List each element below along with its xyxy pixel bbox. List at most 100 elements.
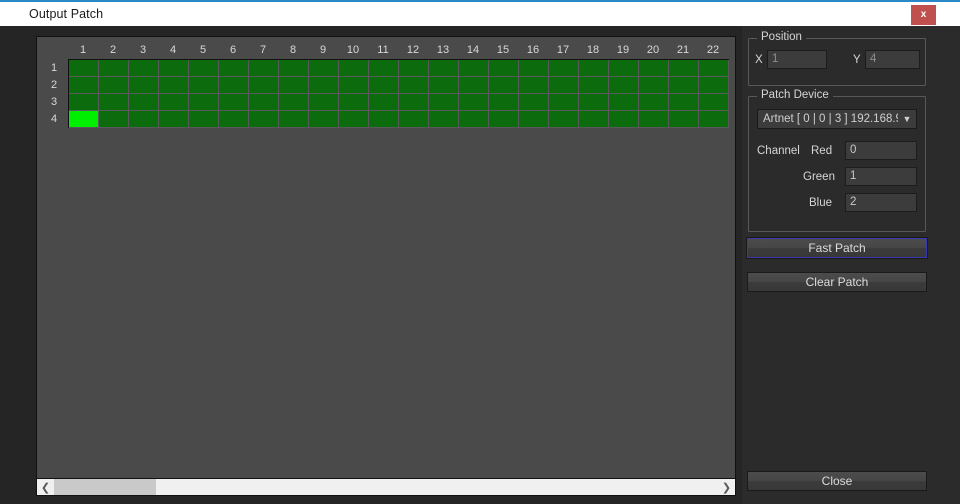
grid-cell[interactable] xyxy=(159,94,189,111)
grid-cell[interactable] xyxy=(219,77,249,94)
grid-cell[interactable] xyxy=(159,60,189,77)
grid-cell[interactable] xyxy=(99,94,129,111)
grid-cell[interactable] xyxy=(369,60,399,77)
close-icon[interactable]: x xyxy=(911,5,936,25)
grid-cell[interactable] xyxy=(459,111,489,128)
grid-cell[interactable] xyxy=(279,60,309,77)
chevron-down-icon[interactable]: ▼ xyxy=(898,110,916,128)
grid-cell[interactable] xyxy=(279,77,309,94)
grid-cell[interactable] xyxy=(429,77,459,94)
grid-cell[interactable] xyxy=(99,77,129,94)
grid-cell[interactable] xyxy=(369,111,399,128)
grid-cell[interactable] xyxy=(99,111,129,128)
grid-cell[interactable] xyxy=(129,94,159,111)
grid-cell[interactable] xyxy=(549,60,579,77)
clear-patch-button[interactable]: Clear Patch xyxy=(747,272,927,292)
grid-cell[interactable] xyxy=(639,94,669,111)
grid-cell[interactable] xyxy=(309,60,339,77)
grid-cell[interactable] xyxy=(489,94,519,111)
scroll-left-icon[interactable]: ❮ xyxy=(37,479,54,495)
grid-cell[interactable] xyxy=(579,111,609,128)
grid-cell[interactable] xyxy=(249,94,279,111)
fast-patch-button[interactable]: Fast Patch xyxy=(746,237,928,259)
grid-cell[interactable] xyxy=(609,60,639,77)
grid-cell[interactable] xyxy=(669,60,699,77)
grid-cell[interactable] xyxy=(639,60,669,77)
grid-cell[interactable] xyxy=(489,77,519,94)
grid-cell[interactable] xyxy=(69,111,99,128)
grid-cell[interactable] xyxy=(429,60,459,77)
patch-canvas[interactable]: 1 2 3 4 5 6 7 8 9 10 11 12 13 14 15 16 17 18 19 20 21 22 1234 xyxy=(36,36,736,494)
close-button[interactable]: Close xyxy=(747,471,927,491)
grid-cell[interactable] xyxy=(579,77,609,94)
grid-cell[interactable] xyxy=(459,94,489,111)
position-x-input[interactable]: 1 xyxy=(767,50,827,69)
grid-cell[interactable] xyxy=(309,94,339,111)
grid-cell[interactable] xyxy=(549,77,579,94)
grid-cell[interactable] xyxy=(309,77,339,94)
grid-cell[interactable] xyxy=(249,111,279,128)
grid-cell[interactable] xyxy=(699,77,729,94)
grid-cell[interactable] xyxy=(249,60,279,77)
grid-cell[interactable] xyxy=(69,60,99,77)
grid-cell[interactable] xyxy=(699,94,729,111)
grid-cell[interactable] xyxy=(669,111,699,128)
grid-cell[interactable] xyxy=(369,94,399,111)
grid-cell[interactable] xyxy=(189,94,219,111)
grid-cell[interactable] xyxy=(609,94,639,111)
grid-cell[interactable] xyxy=(99,60,129,77)
grid-cell[interactable] xyxy=(579,94,609,111)
grid-cell[interactable] xyxy=(489,60,519,77)
grid-cell[interactable] xyxy=(639,111,669,128)
channel-blue-input[interactable]: 2 xyxy=(845,193,917,212)
grid-cell[interactable] xyxy=(189,60,219,77)
grid-cell[interactable] xyxy=(609,111,639,128)
channel-red-input[interactable]: 0 xyxy=(845,141,917,160)
grid-cell[interactable] xyxy=(189,77,219,94)
grid-cell[interactable] xyxy=(69,94,99,111)
scroll-right-icon[interactable]: ❯ xyxy=(718,479,735,495)
grid-cell[interactable] xyxy=(219,60,249,77)
grid-cell[interactable] xyxy=(339,77,369,94)
grid-cell[interactable] xyxy=(519,60,549,77)
grid-cell[interactable] xyxy=(459,77,489,94)
grid-cell[interactable] xyxy=(129,77,159,94)
grid-cell[interactable] xyxy=(669,94,699,111)
scrollbar-thumb[interactable] xyxy=(54,479,156,495)
grid-cells[interactable] xyxy=(68,59,729,128)
grid-cell[interactable] xyxy=(429,111,459,128)
grid-cell[interactable] xyxy=(279,94,309,111)
grid-cell[interactable] xyxy=(399,94,429,111)
grid-cell[interactable] xyxy=(309,111,339,128)
grid-cell[interactable] xyxy=(219,94,249,111)
grid-cell[interactable] xyxy=(519,94,549,111)
channel-green-input[interactable]: 1 xyxy=(845,167,917,186)
grid-cell[interactable] xyxy=(519,111,549,128)
grid-cell[interactable] xyxy=(489,111,519,128)
grid-cell[interactable] xyxy=(159,111,189,128)
grid-cell[interactable] xyxy=(249,77,279,94)
grid-cell[interactable] xyxy=(189,111,219,128)
position-y-input[interactable]: 4 xyxy=(865,50,920,69)
grid-cell[interactable] xyxy=(429,94,459,111)
grid-cell[interactable] xyxy=(639,77,669,94)
grid-cell[interactable] xyxy=(339,111,369,128)
grid-cell[interactable] xyxy=(459,60,489,77)
grid-cell[interactable] xyxy=(399,60,429,77)
grid-cell[interactable] xyxy=(339,60,369,77)
grid-cell[interactable] xyxy=(339,94,369,111)
grid-cell[interactable] xyxy=(129,111,159,128)
grid-cell[interactable] xyxy=(399,111,429,128)
grid-cell[interactable] xyxy=(549,94,579,111)
grid-cell[interactable] xyxy=(519,77,549,94)
grid-cell[interactable] xyxy=(609,77,639,94)
grid-cell[interactable] xyxy=(669,77,699,94)
patch-device-select[interactable]: Artnet [ 0 | 0 | 3 ] 192.168.9. ▼ xyxy=(757,109,917,129)
grid-cell[interactable] xyxy=(219,111,249,128)
grid-cell[interactable] xyxy=(129,60,159,77)
grid-cell[interactable] xyxy=(369,77,399,94)
grid-cell[interactable] xyxy=(579,60,609,77)
grid-cell[interactable] xyxy=(279,111,309,128)
grid-cell[interactable] xyxy=(699,111,729,128)
grid-cell[interactable] xyxy=(399,77,429,94)
